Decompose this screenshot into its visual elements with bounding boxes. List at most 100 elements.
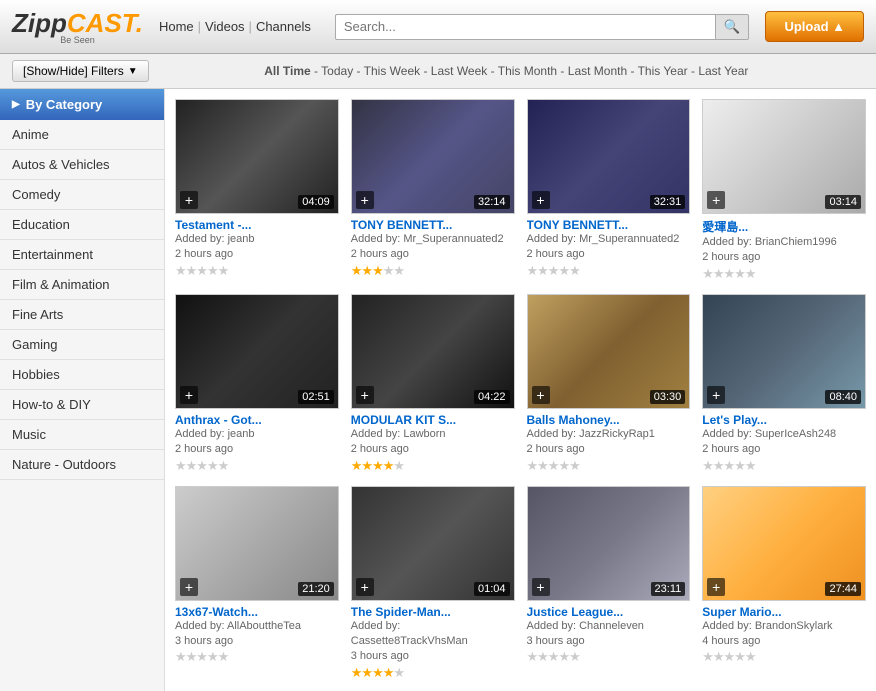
- video-meta: Added by: jeanb 2 hours ago: [175, 427, 339, 458]
- video-title[interactable]: 13x67-Watch...: [175, 605, 339, 619]
- video-duration: 04:22: [474, 390, 510, 404]
- video-time-ago: 2 hours ago: [527, 442, 691, 457]
- video-thumbnail[interactable]: + 21:20: [175, 486, 339, 601]
- video-thumbnail[interactable]: + 32:14: [351, 99, 515, 214]
- video-thumbnail[interactable]: + 27:44: [702, 486, 866, 601]
- search-button[interactable]: 🔍: [715, 14, 750, 40]
- add-to-playlist-button[interactable]: +: [707, 578, 725, 596]
- star-rating: ★★★★★: [175, 263, 228, 278]
- video-title[interactable]: Justice League...: [527, 605, 691, 619]
- video-meta: Added by: Mr_Superannuated2 2 hours ago: [527, 232, 691, 263]
- video-card[interactable]: + 08:40 Let's Play... Added by: SuperIce…: [702, 294, 866, 474]
- video-card[interactable]: + 23:11 Justice League... Added by: Chan…: [527, 486, 691, 681]
- video-thumbnail[interactable]: + 03:30: [527, 294, 691, 409]
- time-this-week[interactable]: This Week: [364, 64, 420, 78]
- nav-home[interactable]: Home: [159, 19, 194, 34]
- video-title[interactable]: Balls Mahoney...: [527, 413, 691, 427]
- video-title[interactable]: Anthrax - Got...: [175, 413, 339, 427]
- video-time-ago: 3 hours ago: [175, 634, 339, 649]
- star-rating: ★★★★★: [351, 263, 404, 278]
- nav-channels[interactable]: Channels: [256, 19, 311, 34]
- sidebar-item-film[interactable]: Film & Animation: [0, 270, 164, 300]
- search-input[interactable]: [335, 14, 715, 40]
- video-title[interactable]: TONY BENNETT...: [351, 218, 515, 232]
- sidebar-item-autos[interactable]: Autos & Vehicles: [0, 150, 164, 180]
- video-title[interactable]: Let's Play...: [702, 413, 866, 427]
- sidebar-item-finearts[interactable]: Fine Arts: [0, 300, 164, 330]
- video-title[interactable]: Testament -...: [175, 218, 339, 232]
- video-title[interactable]: TONY BENNETT...: [527, 218, 691, 232]
- video-duration: 23:11: [651, 582, 686, 596]
- sidebar-item-nature[interactable]: Nature - Outdoors: [0, 450, 164, 480]
- time-last-year[interactable]: Last Year: [698, 64, 748, 78]
- sidebar-item-comedy[interactable]: Comedy: [0, 180, 164, 210]
- time-today[interactable]: Today: [321, 64, 353, 78]
- add-to-playlist-button[interactable]: +: [180, 578, 198, 596]
- add-to-playlist-button[interactable]: +: [180, 386, 198, 404]
- video-duration: 03:30: [650, 390, 686, 404]
- video-thumbnail[interactable]: + 04:22: [351, 294, 515, 409]
- star-rating: ★★★★★: [527, 649, 580, 664]
- video-duration: 27:44: [825, 582, 861, 596]
- star-rating: ★★★★★: [527, 263, 580, 278]
- video-added-by: Added by: BrianChiem1996: [702, 235, 866, 250]
- upload-button[interactable]: Upload ▲: [765, 11, 864, 42]
- add-to-playlist-button[interactable]: +: [532, 386, 550, 404]
- add-to-playlist-button[interactable]: +: [532, 191, 550, 209]
- add-to-playlist-button[interactable]: +: [532, 578, 550, 596]
- star-rating: ★★★★★: [702, 649, 755, 664]
- time-this-month[interactable]: This Month: [498, 64, 557, 78]
- video-card[interactable]: + 21:20 13x67-Watch... Added by: AllAbou…: [175, 486, 339, 681]
- filter-toggle-button[interactable]: [Show/Hide] Filters ▼: [12, 60, 149, 82]
- video-card[interactable]: + 04:09 Testament -... Added by: jeanb 2…: [175, 99, 339, 282]
- add-to-playlist-button[interactable]: +: [356, 191, 374, 209]
- time-this-year[interactable]: This Year: [638, 64, 688, 78]
- nav-videos[interactable]: Videos: [205, 19, 245, 34]
- video-added-by: Added by: Cassette8TrackVhsMan: [351, 619, 515, 650]
- video-card[interactable]: + 02:51 Anthrax - Got... Added by: jeanb…: [175, 294, 339, 474]
- video-card[interactable]: + 04:22 MODULAR KIT S... Added by: Lawbo…: [351, 294, 515, 474]
- video-thumbnail[interactable]: + 01:04: [351, 486, 515, 601]
- add-to-playlist-button[interactable]: +: [356, 386, 374, 404]
- video-card[interactable]: + 27:44 Super Mario... Added by: Brandon…: [702, 486, 866, 681]
- video-duration: 03:14: [825, 195, 861, 209]
- sidebar-item-howto[interactable]: How-to & DIY: [0, 390, 164, 420]
- video-title[interactable]: Super Mario...: [702, 605, 866, 619]
- add-to-playlist-button[interactable]: +: [356, 578, 374, 596]
- video-card[interactable]: + 03:30 Balls Mahoney... Added by: JazzR…: [527, 294, 691, 474]
- time-last-week[interactable]: Last Week: [431, 64, 487, 78]
- video-card[interactable]: + 03:14 愛琿島... Added by: BrianChiem1996 …: [702, 99, 866, 282]
- video-thumbnail[interactable]: + 04:09: [175, 99, 339, 214]
- time-all-time[interactable]: All Time: [264, 64, 310, 78]
- video-time-ago: 3 hours ago: [351, 649, 515, 664]
- video-card[interactable]: + 01:04 The Spider-Man... Added by: Cass…: [351, 486, 515, 681]
- add-to-playlist-button[interactable]: +: [707, 386, 725, 404]
- video-thumbnail[interactable]: + 08:40: [702, 294, 866, 409]
- video-thumbnail[interactable]: + 23:11: [527, 486, 691, 601]
- video-thumbnail[interactable]: + 02:51: [175, 294, 339, 409]
- sidebar-item-gaming[interactable]: Gaming: [0, 330, 164, 360]
- sidebar-header-label: By Category: [26, 97, 103, 112]
- video-time-ago: 2 hours ago: [175, 247, 339, 262]
- sidebar-item-anime[interactable]: Anime: [0, 120, 164, 150]
- star-rating: ★★★★★: [527, 458, 580, 473]
- video-title[interactable]: The Spider-Man...: [351, 605, 515, 619]
- sidebar-item-hobbies[interactable]: Hobbies: [0, 360, 164, 390]
- sidebar-item-entertainment[interactable]: Entertainment: [0, 240, 164, 270]
- video-thumbnail[interactable]: + 03:14: [702, 99, 866, 214]
- video-thumbnail[interactable]: + 32:31: [527, 99, 691, 214]
- sidebar-item-education[interactable]: Education: [0, 210, 164, 240]
- video-card[interactable]: + 32:31 TONY BENNETT... Added by: Mr_Sup…: [527, 99, 691, 282]
- video-added-by: Added by: Channeleven: [527, 619, 691, 634]
- sidebar-header: ▶ By Category: [0, 89, 164, 120]
- sidebar-item-music[interactable]: Music: [0, 420, 164, 450]
- time-last-month[interactable]: Last Month: [568, 64, 627, 78]
- filter-arrow-icon: ▼: [128, 66, 138, 77]
- video-title[interactable]: MODULAR KIT S...: [351, 413, 515, 427]
- add-to-playlist-button[interactable]: +: [180, 191, 198, 209]
- video-title[interactable]: 愛琿島...: [702, 218, 866, 235]
- add-to-playlist-button[interactable]: +: [707, 191, 725, 209]
- video-time-ago: 2 hours ago: [527, 247, 691, 262]
- video-meta: Added by: jeanb 2 hours ago: [175, 232, 339, 263]
- video-card[interactable]: + 32:14 TONY BENNETT... Added by: Mr_Sup…: [351, 99, 515, 282]
